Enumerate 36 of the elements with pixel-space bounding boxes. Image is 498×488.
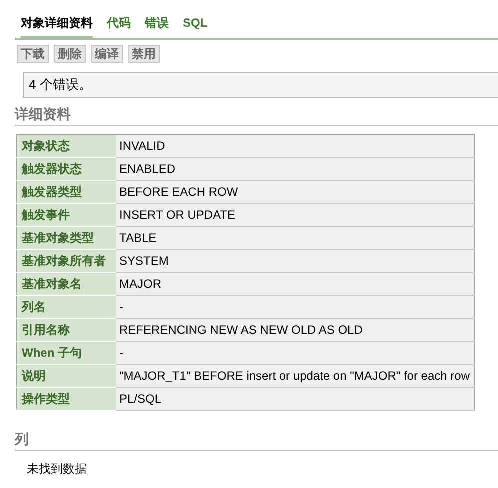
error-message: 4 个错误。 (23, 72, 498, 98)
tab[interactable]: 代码 (107, 12, 131, 36)
property-value: INVALID (116, 134, 474, 158)
action-button[interactable]: 下载 (17, 45, 49, 63)
property-value: - (116, 342, 474, 364)
action-button[interactable]: 编译 (91, 45, 123, 63)
property-label: 操作类型 (16, 388, 116, 410)
section-heading: 详细资料 (15, 106, 498, 126)
property-label: 触发事件 (16, 204, 116, 226)
property-value: TABLE (116, 226, 474, 250)
property-value: ENABLED (116, 158, 474, 180)
action-button[interactable]: 删除 (54, 45, 86, 63)
property-value: PL/SQL (116, 388, 474, 410)
tab[interactable]: 对象详细资料 (21, 12, 93, 40)
property-label: 触发器状态 (16, 158, 116, 180)
tab[interactable]: 错误 (145, 12, 169, 36)
empty-message: 未找到数据 (27, 461, 88, 478)
section-heading: 列 (15, 431, 498, 451)
property-label: 基准对象类型 (16, 226, 116, 250)
action-button[interactable]: 禁用 (128, 45, 160, 63)
property-label: 触发器类型 (16, 180, 116, 204)
tab[interactable]: SQL (183, 12, 208, 36)
property-label: 列名 (16, 296, 116, 318)
property-value: MAJOR (116, 272, 474, 296)
property-value: "MAJOR_T1" BEFORE insert or update on "MAJOR" for each row (116, 364, 474, 388)
property-value: BEFORE EACH ROW (116, 180, 474, 204)
property-label: 基准对象名 (16, 272, 116, 296)
property-label: 说明 (16, 364, 116, 388)
property-value: INSERT OR UPDATE (116, 204, 474, 226)
property-label: 引用名称 (16, 318, 116, 342)
property-value: - (116, 296, 474, 318)
property-label: When 子句 (16, 342, 116, 364)
property-value: SYSTEM (116, 250, 474, 272)
property-label: 对象状态 (16, 134, 116, 158)
property-value: REFERENCING NEW AS NEW OLD AS OLD (116, 318, 474, 342)
property-label: 基准对象所有者 (16, 250, 116, 272)
